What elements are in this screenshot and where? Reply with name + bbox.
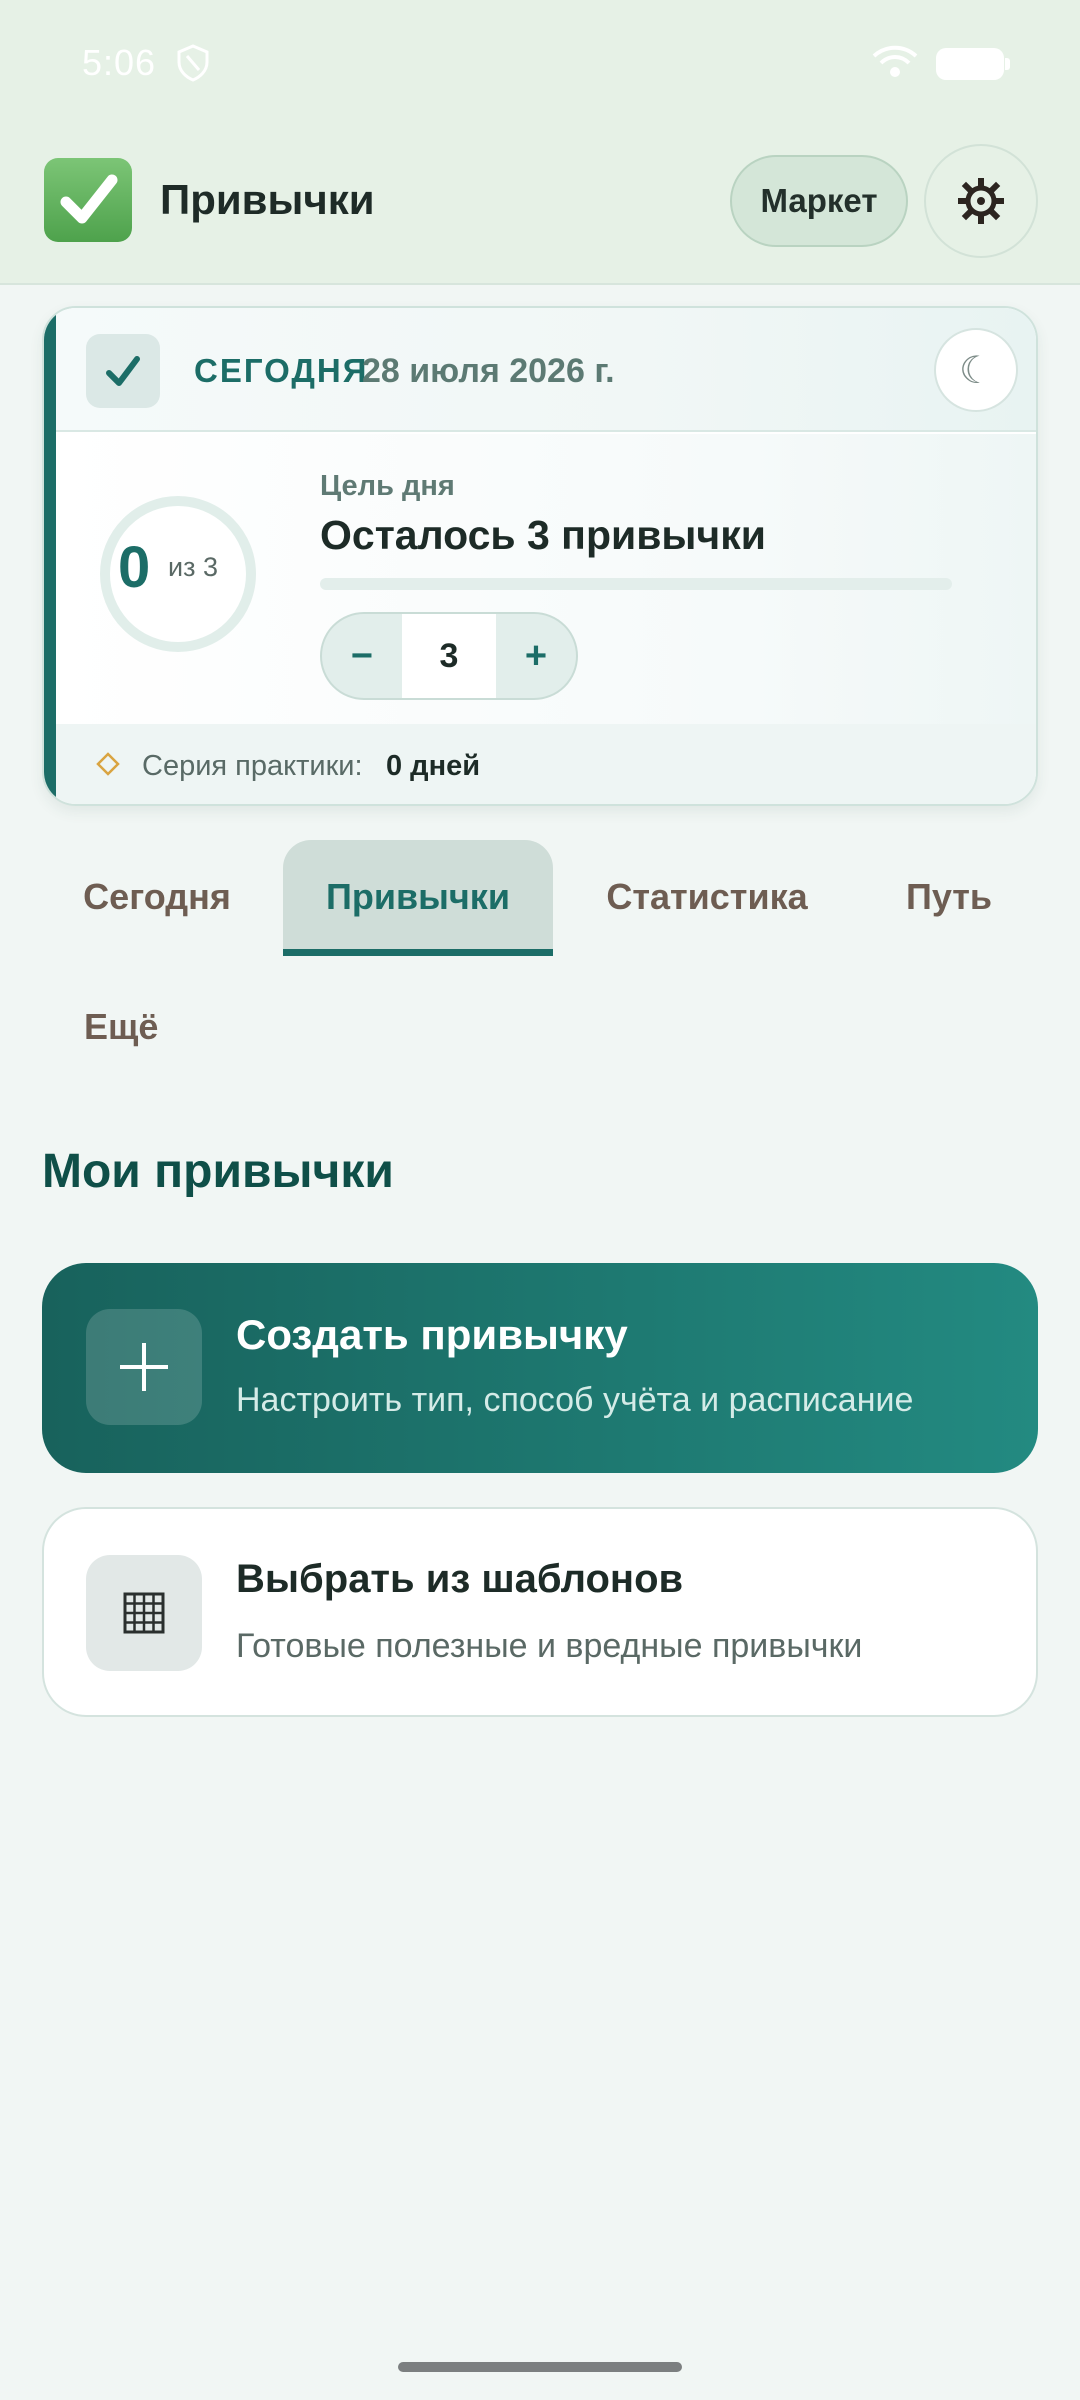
wifi-icon <box>872 45 918 77</box>
streak-row: Серия практики: 0 дней <box>56 724 1036 804</box>
app-header: 5:06 Привычки Маркет <box>0 0 1080 285</box>
section-title: Мои привычки <box>42 1145 394 1198</box>
create-habit-button[interactable]: Создать привычку Настроить тип, способ у… <box>42 1263 1038 1473</box>
today-check-button[interactable] <box>86 334 160 408</box>
streak-label: Серия практики: <box>142 750 363 782</box>
goal-stepper: − 3 + <box>320 612 578 700</box>
grid-icon <box>86 1555 202 1671</box>
battery-icon <box>936 48 1010 80</box>
check-icon <box>106 356 140 386</box>
total-label: из 3 <box>168 552 218 582</box>
template-subtitle: Готовые полезные и вредные привычки <box>236 1627 863 1665</box>
tab-path[interactable]: Путь <box>880 842 1018 952</box>
settings-button[interactable] <box>924 144 1038 258</box>
template-title: Выбрать из шаблонов <box>236 1557 684 1601</box>
goal-progress-bar <box>320 578 952 590</box>
app-title: Привычки <box>160 176 375 223</box>
moon-icon: ☾ <box>958 349 994 392</box>
daily-goal-section: 0 из 3 Цель дня Осталось 3 привычки − 3 … <box>56 434 1036 724</box>
streak-value: 0 дней <box>386 750 481 782</box>
completed-count: 0 <box>118 535 151 600</box>
today-card: сегодня 28 июля 2026 г. ☾ 0 из 3 Цель дн… <box>42 306 1038 806</box>
today-card-header: сегодня 28 июля 2026 г. ☾ <box>56 308 1036 432</box>
tab-statistics[interactable]: Статистика <box>590 842 824 952</box>
shield-icon <box>177 44 209 82</box>
choose-template-button[interactable]: Выбрать из шаблонов Готовые полезные и в… <box>42 1507 1038 1717</box>
tab-today[interactable]: Сегодня <box>54 842 260 952</box>
gear-icon <box>958 178 1004 224</box>
tab-more[interactable]: Ещё <box>54 972 190 1082</box>
decrement-button[interactable]: − <box>322 614 402 698</box>
goal-label: Цель дня <box>320 470 455 502</box>
market-button[interactable]: Маркет <box>730 155 908 247</box>
home-indicator[interactable] <box>398 2362 682 2372</box>
goal-value: 3 <box>402 614 496 698</box>
moon-button[interactable]: ☾ <box>934 328 1018 412</box>
today-date: 28 июля 2026 г. <box>362 352 615 390</box>
diamond-icon <box>96 752 120 776</box>
create-habit-title: Создать привычку <box>236 1311 628 1358</box>
card-accent-bar <box>44 308 56 804</box>
goal-text: Осталось 3 привычки <box>320 512 766 558</box>
status-time: 5:06 <box>82 42 157 83</box>
tab-habits[interactable]: Привычки <box>283 840 553 956</box>
increment-button[interactable]: + <box>496 614 576 698</box>
today-label: сегодня <box>194 352 369 389</box>
check-mark-logo-icon <box>44 158 132 242</box>
create-habit-subtitle: Настроить тип, способ учёта и расписание <box>236 1381 914 1419</box>
plus-icon <box>86 1309 202 1425</box>
